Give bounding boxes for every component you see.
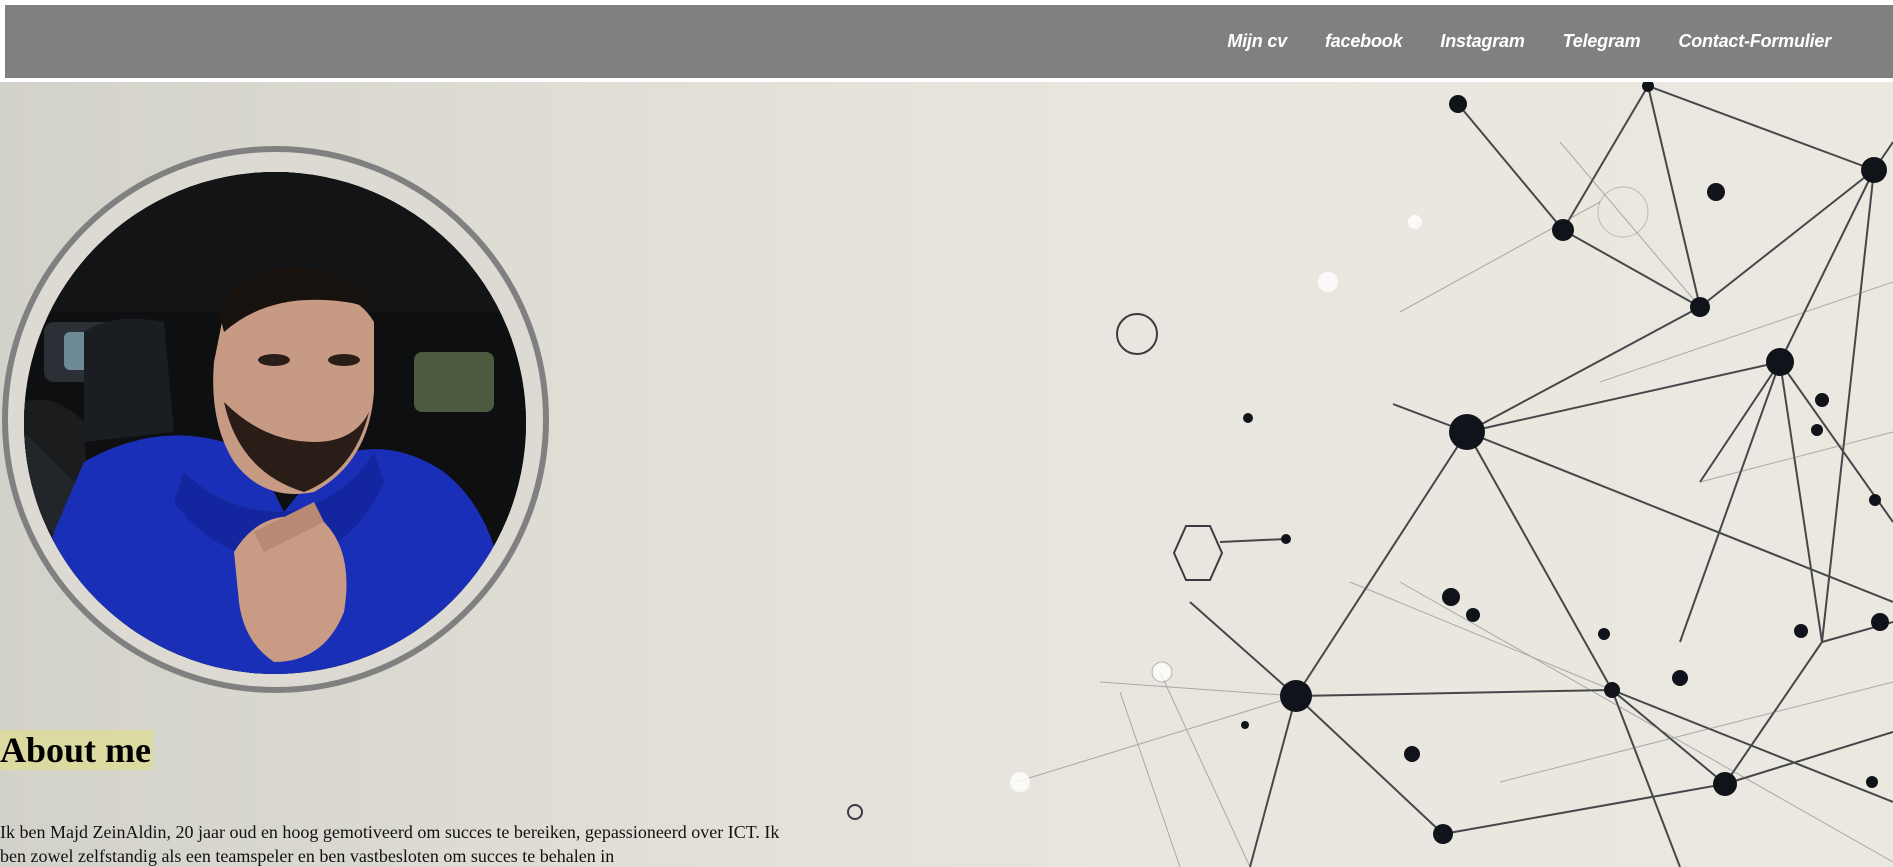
nav-link-instagram[interactable]: Instagram — [1440, 31, 1524, 51]
portrait-photo — [24, 172, 526, 674]
top-navbar: Mijn cv facebook Instagram Telegram Cont… — [5, 5, 1893, 78]
about-me-text: Ik ben Majd ZeinAldin, 20 jaar oud en ho… — [0, 822, 780, 866]
nav-link-telegram[interactable]: Telegram — [1563, 31, 1641, 51]
nav-link-contact-formulier[interactable]: Contact-Formulier — [1678, 31, 1831, 51]
avatar — [24, 172, 526, 674]
nav-link-facebook[interactable]: facebook — [1325, 31, 1403, 51]
nav-link-mijn-cv[interactable]: Mijn cv — [1227, 31, 1287, 51]
about-me-heading: About me — [0, 730, 153, 770]
nav-menu: Mijn cv facebook Instagram Telegram Cont… — [1189, 5, 1831, 78]
hero-section: About me Ik ben Majd ZeinAldin, 20 jaar … — [0, 82, 1893, 867]
